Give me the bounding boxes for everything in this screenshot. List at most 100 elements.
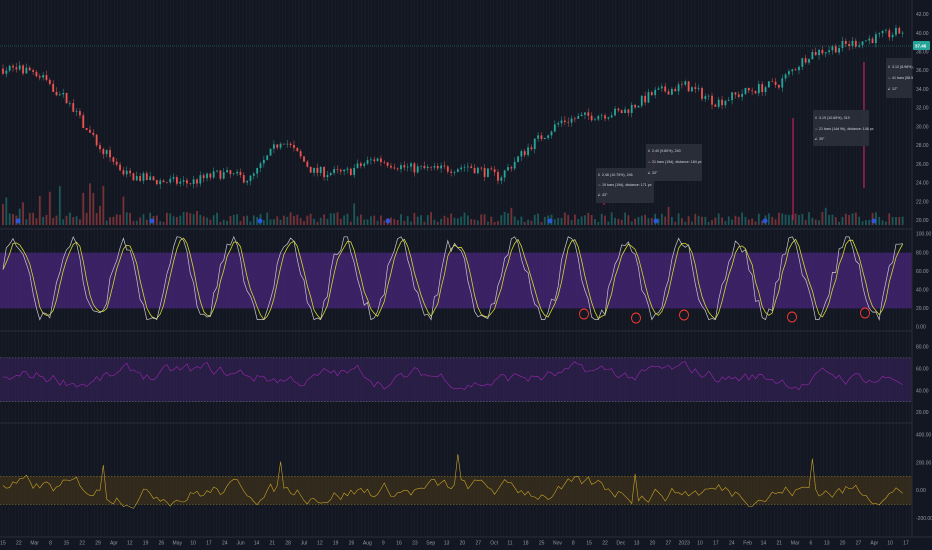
candle-body [477, 167, 479, 174]
measure-tooltip-2[interactable]: 2.40 (9.80%), 240 21 bars (19d), distanc… [646, 144, 702, 181]
measure-tooltip-3[interactable]: 3.19 (10.65%), 319 21 bars (14d 9h), dis… [813, 110, 874, 146]
volume-bar [430, 212, 432, 225]
volume-bar [319, 217, 322, 225]
volume-bar [92, 193, 95, 225]
volume-bar [353, 203, 356, 225]
price-axis-tick: 42.00 [916, 12, 929, 18]
vertical-measure-icon: ⇕ [815, 116, 818, 120]
candle-body [410, 163, 412, 167]
time-axis-label: 8 [49, 541, 52, 547]
volume-bar [125, 212, 128, 225]
candle-body [85, 128, 88, 130]
volume-bar [99, 205, 101, 225]
volume-bar [630, 221, 633, 225]
volume-bar [109, 217, 111, 225]
measure-tooltip-4[interactable]: 3.12 (8.98%), 41 bars (58.5 12° ⇕ ⇔ ∠ [886, 58, 914, 98]
volume-bar [380, 215, 382, 225]
candle-body [18, 65, 21, 70]
volume-bar [222, 219, 225, 225]
volume-bar [711, 219, 713, 225]
candle-body [460, 167, 463, 170]
volume-bar [814, 219, 817, 225]
candle-body [757, 84, 760, 94]
candle-body [804, 58, 807, 63]
volume-bar [82, 192, 85, 225]
candle-body [530, 147, 533, 150]
candle-body [627, 109, 630, 113]
time-axis-label: 29 [95, 541, 101, 547]
volume-bar [714, 217, 717, 225]
rsi-band [0, 357, 912, 402]
volume-bar [85, 212, 88, 225]
volume-bar [466, 215, 469, 225]
candle-body [450, 171, 453, 173]
candle-body [707, 95, 710, 97]
candle-body [660, 86, 663, 89]
volume-bar [162, 221, 165, 225]
cci-axis-tick: -200.00 [916, 516, 932, 522]
candle-body [600, 115, 603, 117]
candle-body [885, 30, 887, 31]
volume-bar [721, 217, 723, 225]
trading-chart[interactable]: 2.46 (10.75%), 246 19 bars (19d), distan… [0, 0, 932, 550]
candle-body [363, 163, 366, 166]
candle-body [788, 71, 790, 75]
time-axis-label: Feb [743, 541, 752, 547]
candle-body [115, 161, 118, 165]
candle-body [58, 94, 61, 96]
volume-bar [450, 213, 453, 225]
time-axis-label: 13 [824, 541, 830, 547]
volume-bar [446, 217, 449, 225]
volume-bar [262, 220, 265, 225]
volume-bar [600, 213, 603, 225]
candle-body [724, 100, 727, 106]
volume-bar [273, 219, 275, 225]
event-marker-icon [653, 218, 659, 224]
candle-body [359, 163, 362, 166]
time-axis-label: Dec [616, 541, 625, 547]
time-axis-label: 15 [586, 541, 592, 547]
volume-bar [219, 221, 222, 225]
time-axis-label: 8 [572, 541, 575, 547]
candle-body [406, 166, 409, 168]
volume-bar [176, 217, 178, 225]
volume-bar [336, 212, 339, 225]
candle-body [901, 32, 904, 34]
price-axis-tick: 40.00 [916, 31, 929, 37]
time-axis-label: 21 [776, 541, 782, 547]
candle-body [75, 111, 78, 112]
volume-bar [189, 213, 192, 225]
rsi-axis-tick: 80.00 [916, 345, 929, 351]
volume-bar [172, 216, 175, 225]
candle-body [620, 110, 623, 114]
candle-body [824, 52, 827, 54]
volume-bar [801, 213, 804, 225]
volume-bar [366, 219, 369, 225]
measure-tooltip-1[interactable]: 2.46 (10.75%), 246 19 bars (19d), distan… [596, 168, 654, 203]
rsi-axis-tick: 40.00 [916, 388, 929, 394]
volume-bar [286, 216, 289, 225]
stochastic-axis-tick: 40.00 [916, 288, 929, 294]
candle-body [741, 93, 744, 97]
candle-body [466, 166, 469, 168]
candle-body [523, 151, 526, 156]
candle-body [553, 124, 556, 132]
candle-body [453, 171, 456, 173]
time-axis-label: 6 [810, 541, 813, 547]
candle-body [774, 81, 777, 85]
time-axis-label: Jun [237, 541, 245, 547]
candle-body [129, 170, 131, 174]
candle-body [808, 59, 810, 63]
volume-bar [767, 213, 770, 225]
candle-body [841, 41, 844, 49]
candle-body [343, 169, 346, 172]
volume-bar [303, 221, 305, 225]
candle-body [206, 173, 208, 179]
candle-body [520, 151, 523, 157]
time-axis-label: 28 [285, 541, 291, 547]
volume-bar [269, 219, 272, 225]
time-axis-label: 14 [254, 541, 260, 547]
candle-body [744, 87, 747, 94]
measure-tooltip-1-line3: 43° [602, 193, 608, 197]
volume-bar [209, 219, 212, 225]
